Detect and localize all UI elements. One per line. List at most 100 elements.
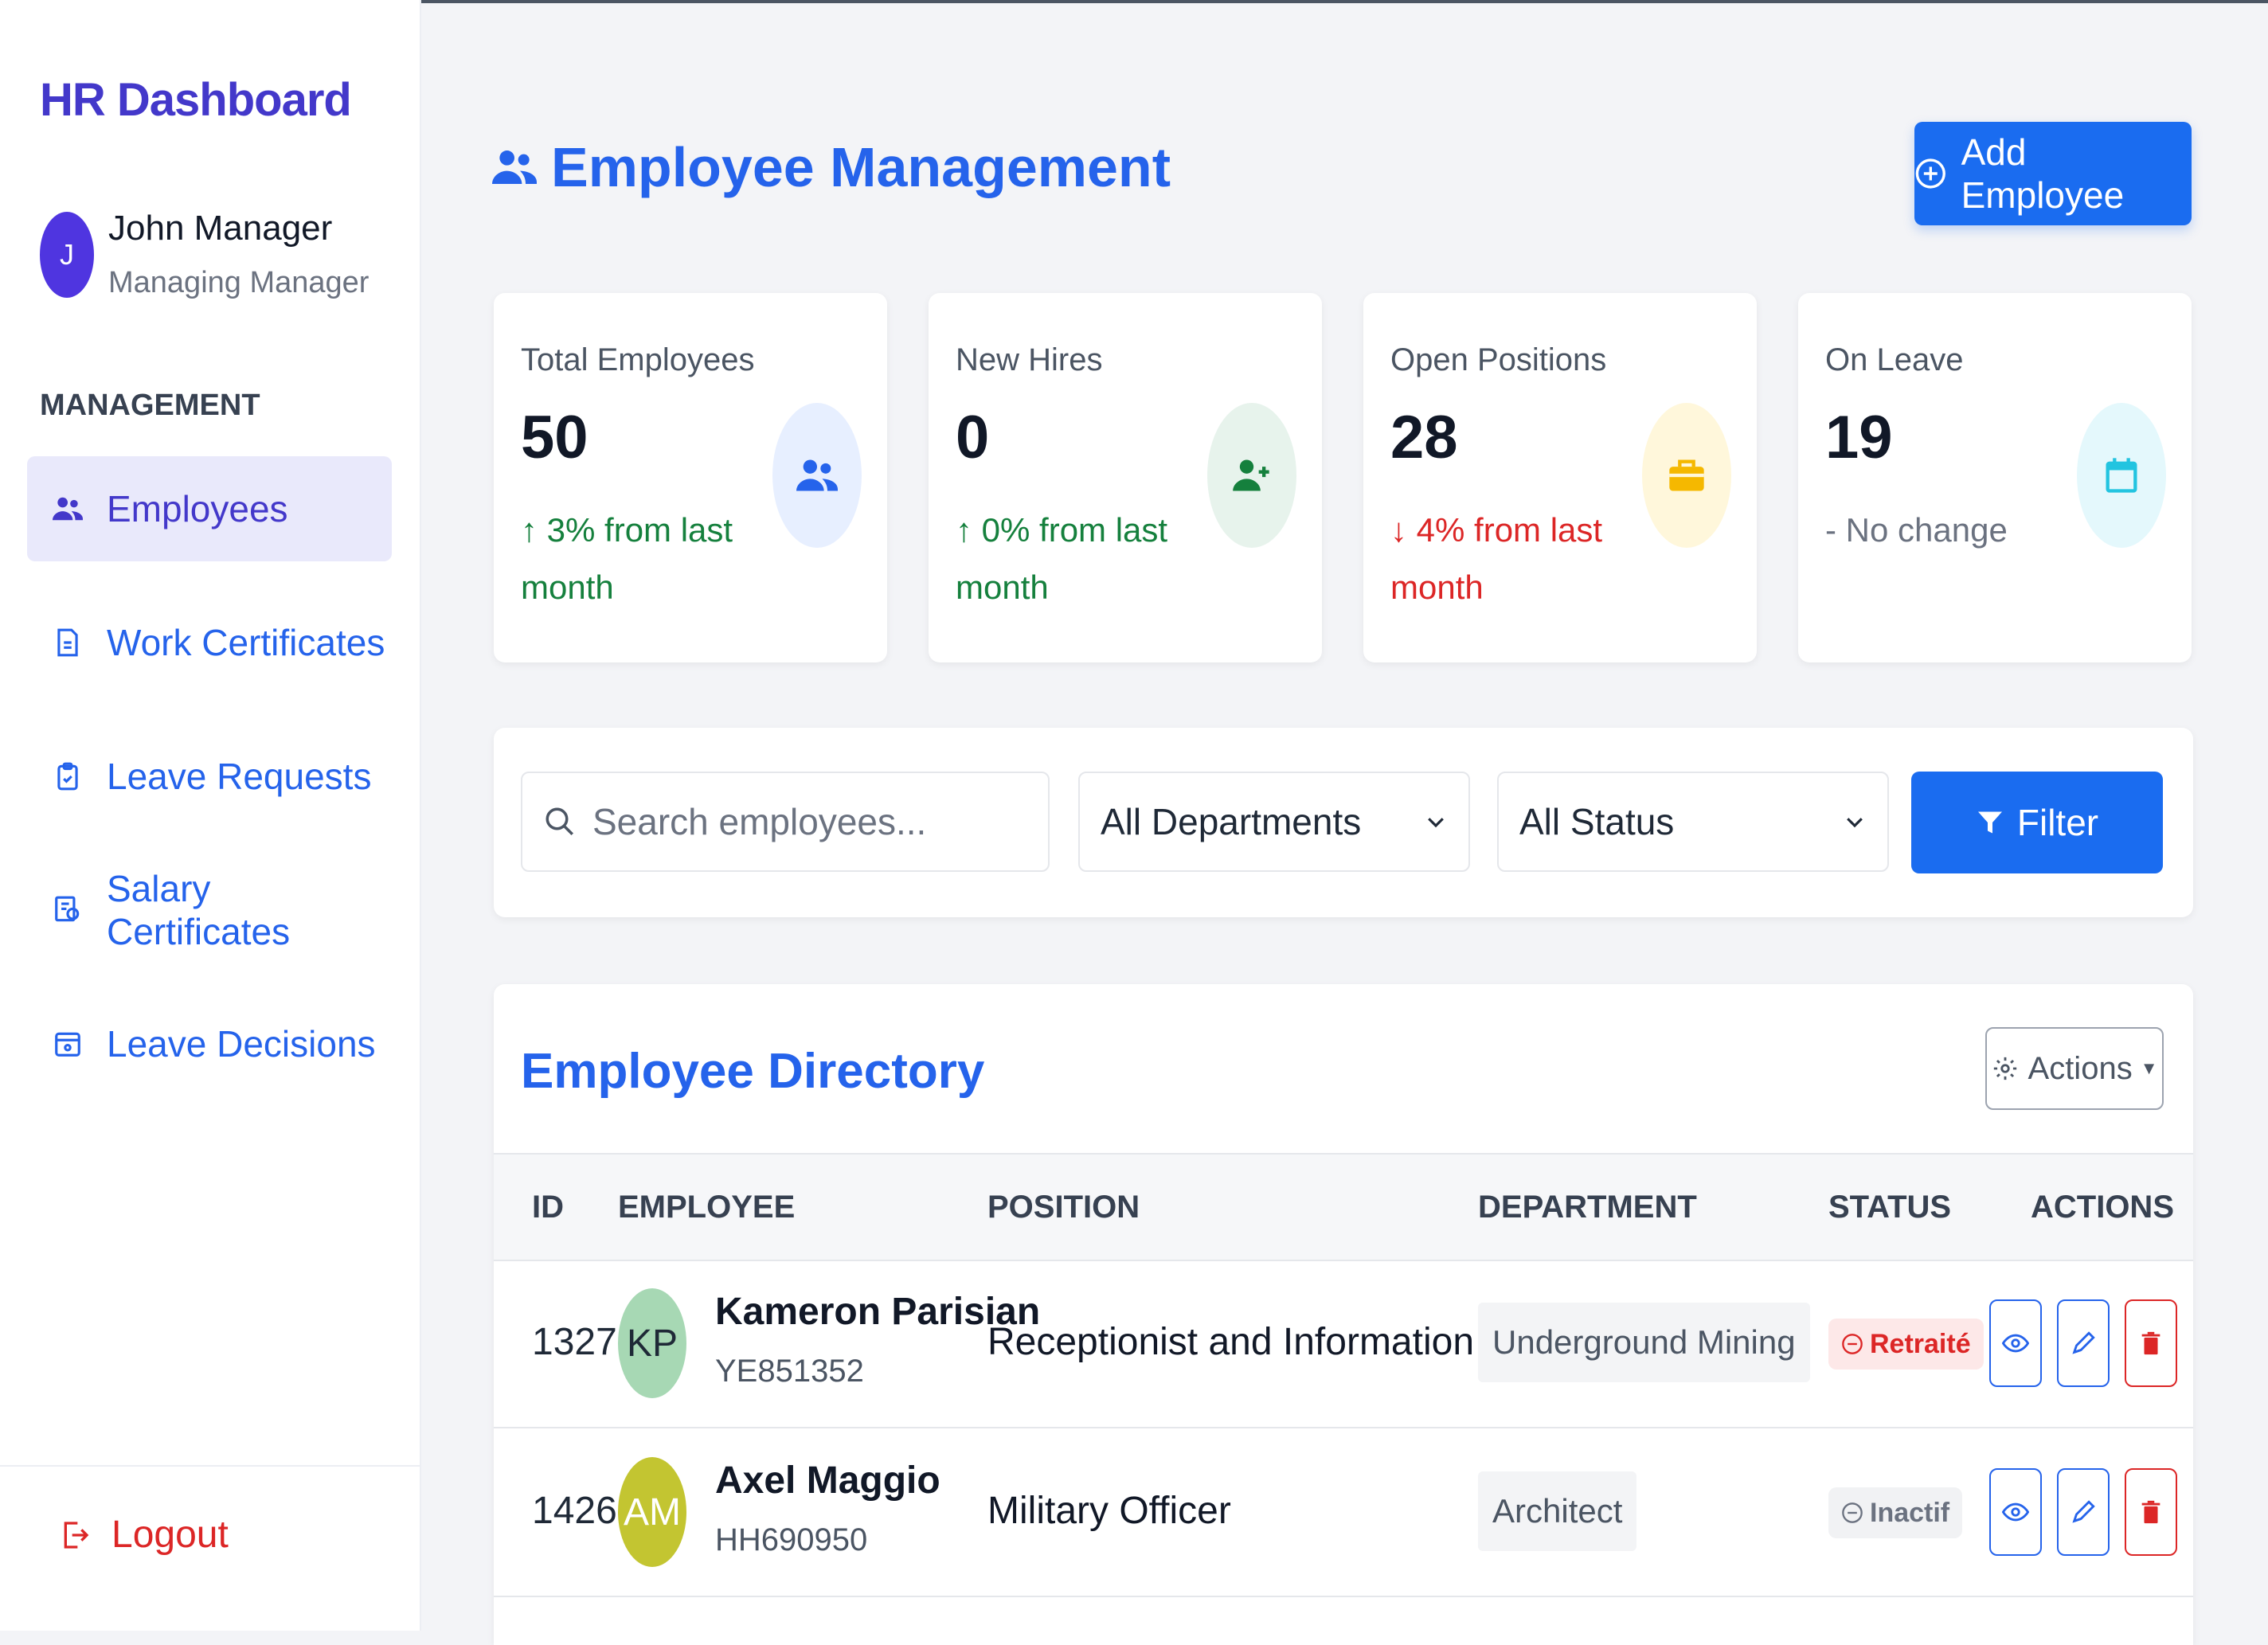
delete-button[interactable] <box>2125 1468 2177 1556</box>
avatar: J <box>40 211 94 298</box>
users-icon <box>796 459 838 491</box>
eye-icon <box>2002 1502 2029 1522</box>
sidebar-item-leave-requests[interactable]: Leave Requests <box>27 724 392 829</box>
sidebar-item-employees[interactable]: Employees <box>27 456 392 561</box>
avatar: AM <box>618 1457 686 1567</box>
gear-icon <box>1993 1057 2016 1080</box>
certificate-icon <box>55 896 80 922</box>
status-badge: Inactif <box>1828 1487 1963 1538</box>
briefcase-icon <box>1669 459 1704 491</box>
department-badge: Underground Mining <box>1478 1303 1810 1382</box>
stat-label: On Leave <box>1825 342 1964 377</box>
department-select[interactable]: All Departments <box>1078 772 1470 872</box>
search-input[interactable] <box>591 799 1040 844</box>
stat-label: Total Employees <box>521 342 755 377</box>
minus-circle-icon <box>1842 1334 1863 1354</box>
column-header-id: ID <box>532 1190 564 1225</box>
eye-icon <box>2002 1334 2029 1353</box>
view-button[interactable] <box>1989 1468 2042 1556</box>
sidebar-divider <box>0 1465 420 1467</box>
logout-icon <box>64 1521 89 1549</box>
stat-icon-wrap <box>1642 403 1731 548</box>
add-employee-button[interactable]: Add Employee <box>1914 122 2192 225</box>
column-header-actions: ACTIONS <box>2031 1190 2174 1225</box>
employee-code: YE851352 <box>715 1354 864 1389</box>
trash-icon <box>2141 1331 2160 1355</box>
edit-button[interactable] <box>2057 1468 2110 1556</box>
document-icon <box>57 628 78 657</box>
stat-icon-wrap <box>1207 403 1296 548</box>
sidebar-item-label: Leave Decisions <box>107 1023 376 1065</box>
sidebar-item-label: Employees <box>107 488 288 529</box>
column-header-employee: EMPLOYEE <box>618 1190 796 1225</box>
status-label: Inactif <box>1870 1497 1950 1528</box>
clipboard-icon <box>57 762 78 791</box>
stat-value: 19 <box>1825 404 1893 471</box>
actions-label: Actions <box>2028 1050 2133 1086</box>
stat-icon-wrap <box>2077 403 2166 548</box>
user-name: John Manager <box>108 209 333 248</box>
calendar-icon <box>55 1032 80 1057</box>
stat-label: Open Positions <box>1390 342 1607 377</box>
edit-button[interactable] <box>2057 1299 2110 1387</box>
status-select-value: All Status <box>1519 801 1675 842</box>
minus-circle-icon <box>1842 1502 1863 1523</box>
column-header-position: POSITION <box>987 1190 1140 1225</box>
stat-icon-wrap <box>772 403 862 548</box>
stat-value: 50 <box>521 404 589 471</box>
department-badge: Architect <box>1478 1471 1637 1551</box>
delete-button[interactable] <box>2125 1299 2177 1387</box>
add-employee-label: Add Employee <box>1961 131 2125 216</box>
sidebar-item-salary-certificates[interactable]: Salary Certificates <box>27 858 392 963</box>
sidebar-item-leave-decisions[interactable]: Leave Decisions <box>27 991 392 1096</box>
stat-card-total-employees: Total Employees 50 ↑ 3% from last month <box>494 293 887 662</box>
page-title-text: Employee Management <box>551 136 1171 198</box>
search-box[interactable] <box>521 772 1050 872</box>
view-button[interactable] <box>1989 1299 2042 1387</box>
sidebar-nav: Employees Work Certificates Leave Reques… <box>27 456 392 1125</box>
actions-dropdown-button[interactable]: Actions ▼ <box>1985 1027 2164 1110</box>
table-row: 1426 AM Axel Maggio HH690950 Military Of… <box>494 1428 2193 1597</box>
employee-id: 1327 <box>532 1321 617 1363</box>
stat-change: ↑ 3% from last month <box>521 511 733 606</box>
pencil-icon <box>2072 1331 2095 1354</box>
chevron-down-icon <box>1428 818 1444 828</box>
sidebar: HR Dashboard J John Manager Managing Man… <box>0 0 421 1631</box>
logout-label: Logout <box>111 1514 229 1556</box>
calendar-icon <box>2106 458 2137 493</box>
user-plus-icon <box>1233 459 1269 491</box>
status-badge: Retraité <box>1828 1319 1984 1370</box>
employee-name: Axel Maggio <box>715 1459 940 1502</box>
funnel-icon <box>1977 811 2002 834</box>
logout-button[interactable]: Logout <box>59 1513 229 1557</box>
users-icon <box>53 497 83 521</box>
status-label: Retraité <box>1870 1328 1971 1359</box>
filter-button[interactable]: Filter <box>1911 772 2163 873</box>
filter-bar: All Departments All Status Filter <box>494 728 2193 917</box>
directory-title: Employee Directory <box>521 1044 985 1099</box>
search-icon <box>545 807 573 835</box>
stat-value: 0 <box>956 404 990 471</box>
table-header: ID EMPLOYEE POSITION DEPARTMENT STATUS A… <box>494 1153 2193 1261</box>
stat-change: ↑ 0% from last month <box>956 511 1168 606</box>
page-title: Employee Management <box>492 135 1171 199</box>
caret-down-icon: ▼ <box>2140 1058 2158 1078</box>
sidebar-item-label: Leave Requests <box>107 756 372 797</box>
column-header-status: STATUS <box>1828 1190 1952 1225</box>
status-select[interactable]: All Status <box>1497 772 1889 872</box>
avatar: KP <box>618 1288 686 1398</box>
plus-circle-icon <box>1915 158 1945 189</box>
user-role: Managing Manager <box>108 266 370 299</box>
employee-directory: Employee Directory Actions ▼ ID EMPLOYEE… <box>494 984 2193 1645</box>
employee-id: 1426 <box>532 1490 617 1532</box>
sidebar-item-label: Salary Certificates <box>107 868 291 952</box>
stat-change: ↓ 4% from last month <box>1390 511 1603 606</box>
section-label-management: MANAGEMENT <box>40 389 260 422</box>
brand-title: HR Dashboard <box>40 74 352 126</box>
users-icon <box>492 150 537 184</box>
stat-label: New Hires <box>956 342 1103 377</box>
sidebar-item-label: Work Certificates <box>107 622 385 663</box>
sidebar-item-work-certificates[interactable]: Work Certificates <box>27 590 392 695</box>
trash-icon <box>2141 1500 2160 1524</box>
filter-button-label: Filter <box>2016 802 2099 843</box>
